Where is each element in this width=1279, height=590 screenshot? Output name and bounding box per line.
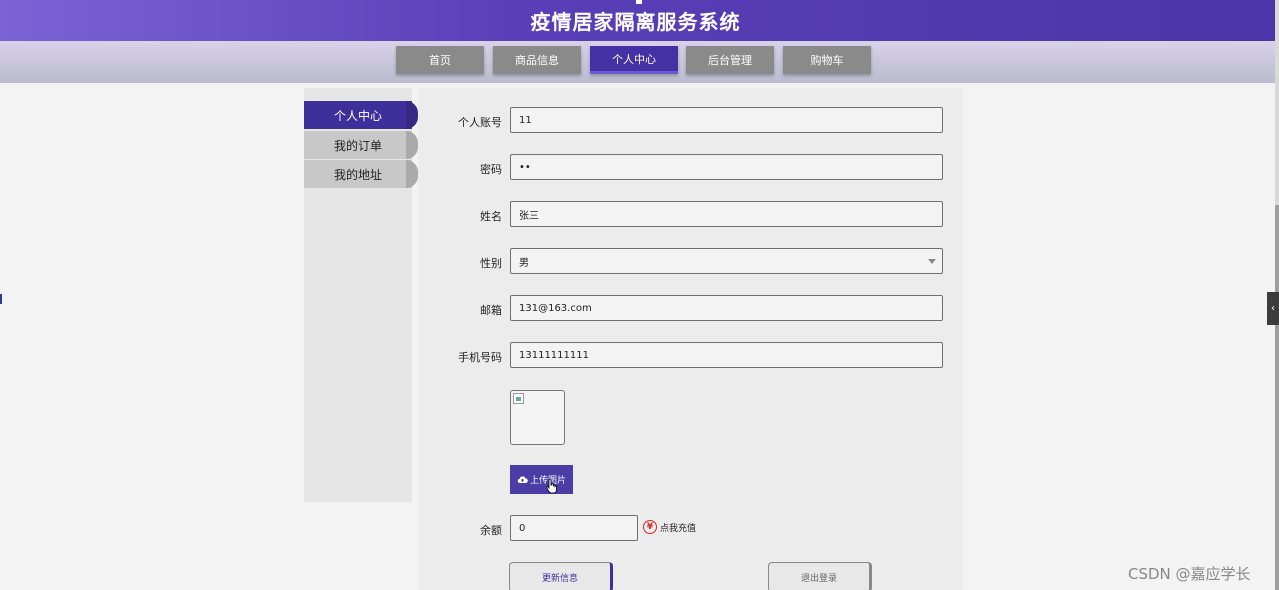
gender-value: 男	[519, 257, 529, 269]
tab-products[interactable]: 商品信息	[493, 46, 581, 74]
balance-field[interactable]: 0	[510, 515, 638, 541]
sidebar-item-my-orders[interactable]: 我的订单	[304, 131, 412, 159]
left-edge-marker	[0, 294, 2, 304]
recharge-link[interactable]: ¥ 点我充值	[643, 520, 696, 534]
tab-home[interactable]: 首页	[396, 46, 484, 74]
logout-button[interactable]: 退出登录	[768, 562, 872, 590]
cloud-upload-icon	[517, 476, 528, 484]
broken-image-icon	[513, 393, 524, 404]
password-label: 密码	[480, 163, 502, 176]
avatar-preview	[510, 390, 565, 445]
app-header: 疫情居家隔离服务系统	[0, 0, 1275, 41]
scrollbar-thumb[interactable]	[1275, 205, 1279, 590]
chevron-down-icon	[928, 259, 936, 264]
sidebar-item-personal-center[interactable]: 个人中心	[304, 101, 412, 129]
email-label: 邮箱	[480, 304, 502, 317]
hand-cursor-icon	[546, 478, 557, 494]
collapse-handle[interactable]: ‹	[1267, 292, 1279, 325]
yen-icon: ¥	[643, 520, 657, 534]
account-label: 个人账号	[458, 116, 502, 129]
balance-label: 余额	[480, 524, 502, 537]
name-label: 姓名	[480, 210, 502, 223]
tab-admin[interactable]: 后台管理	[686, 46, 774, 74]
phone-field[interactable]: 13111111111	[510, 342, 943, 368]
email-field[interactable]: 131@163.com	[510, 295, 943, 321]
recharge-label: 点我充值	[660, 523, 697, 534]
upload-image-button[interactable]: 上传图片	[510, 465, 573, 494]
account-field[interactable]: 11	[510, 107, 943, 133]
top-indicator	[636, 0, 642, 4]
password-field[interactable]: ••	[510, 154, 943, 180]
chevron-left-icon: ‹	[1271, 303, 1275, 314]
name-field[interactable]: 张三	[510, 201, 943, 227]
tab-cart[interactable]: 购物车	[783, 46, 871, 74]
update-info-button[interactable]: 更新信息	[509, 562, 613, 590]
sidebar-item-my-addresses[interactable]: 我的地址	[304, 160, 412, 188]
gender-label: 性别	[480, 257, 502, 270]
tab-personal-center[interactable]: 个人中心	[590, 46, 678, 74]
watermark: CSDN @嘉应学长	[1128, 565, 1251, 583]
phone-label: 手机号码	[458, 351, 502, 364]
gender-select[interactable]: 男	[510, 248, 943, 274]
app-title: 疫情居家隔离服务系统	[530, 10, 741, 34]
